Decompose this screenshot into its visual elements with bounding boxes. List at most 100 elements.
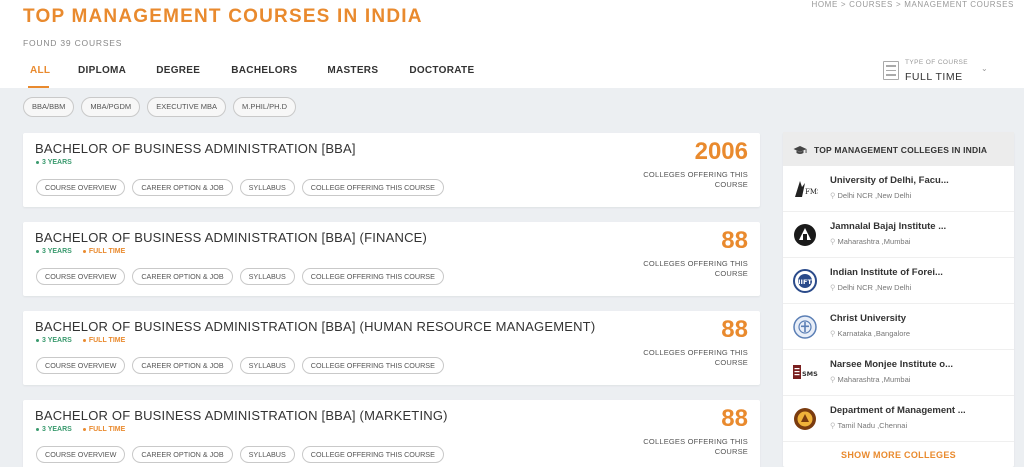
career-option-button[interactable]: CAREER OPTION & JOB bbox=[132, 179, 233, 196]
nmims-logo: SMS bbox=[791, 359, 819, 387]
chip-mphil-phd[interactable]: M.PHIL/PH.D bbox=[233, 97, 297, 117]
course-actions: COURSE OVERVIEW CAREER OPTION & JOB SYLL… bbox=[36, 446, 444, 463]
career-option-button[interactable]: CAREER OPTION & JOB bbox=[132, 357, 233, 374]
college-location: ⚲ Karnataka ,Bangalore bbox=[830, 329, 911, 338]
college-count-label: COLLEGES OFFERING THIS COURSE bbox=[643, 259, 748, 278]
course-overview-button[interactable]: COURSE OVERVIEW bbox=[36, 357, 126, 374]
duration-dot-icon bbox=[36, 338, 39, 342]
college-location: ⚲ Delhi NCR ,New Delhi bbox=[830, 283, 912, 292]
career-option-button[interactable]: CAREER OPTION & JOB bbox=[132, 268, 233, 285]
mode-dot-icon bbox=[82, 427, 86, 431]
duration-dot-icon bbox=[36, 160, 39, 164]
college-item[interactable]: Department of Management ... ⚲ Tamil Nadu… bbox=[783, 396, 1014, 442]
christ-university-logo bbox=[791, 313, 819, 341]
type-filter-value: FULL TIME bbox=[905, 71, 963, 83]
course-title[interactable]: BACHELOR OF BUSINESS ADMINISTRATION [BBA… bbox=[35, 319, 595, 334]
course-meta: 3 YEARS FULL TIME bbox=[36, 426, 125, 433]
chip-mba-pgdm[interactable]: MBA/PGDM bbox=[81, 97, 141, 117]
college-item[interactable]: Christ University ⚲ Karnataka ,Bangalore bbox=[783, 304, 1014, 350]
mode-dot-icon bbox=[82, 249, 86, 253]
course-mode: FULL TIME bbox=[82, 426, 125, 433]
course-title[interactable]: BACHELOR OF BUSINESS ADMINISTRATION [BBA… bbox=[35, 141, 356, 156]
breadcrumb-courses[interactable]: COURSES bbox=[849, 0, 893, 9]
document-list-icon bbox=[883, 61, 899, 80]
college-offering-button[interactable]: COLLEGE OFFERING THIS COURSE bbox=[301, 268, 444, 285]
college-count-label: COLLEGES OFFERING THIS COURSE bbox=[643, 170, 748, 189]
duration-dot-icon bbox=[36, 427, 39, 431]
tab-all[interactable]: ALL bbox=[28, 62, 50, 88]
tab-bachelors[interactable]: BACHELORS bbox=[231, 62, 297, 88]
college-name[interactable]: University of Delhi, Facu... bbox=[830, 175, 949, 186]
course-mode: FULL TIME bbox=[82, 248, 125, 255]
chevron-down-icon: ⌄ bbox=[981, 64, 988, 73]
course-title[interactable]: BACHELOR OF BUSINESS ADMINISTRATION [BBA… bbox=[35, 230, 427, 245]
college-count-label: COLLEGES OFFERING THIS COURSE bbox=[643, 437, 748, 456]
course-actions: COURSE OVERVIEW CAREER OPTION & JOB SYLL… bbox=[36, 357, 444, 374]
course-type-dropdown[interactable]: TYPE OF COURSE FULL TIME ⌄ bbox=[883, 58, 993, 84]
graduation-cap-icon bbox=[793, 145, 807, 159]
results-count: FOUND 39 COURSES bbox=[23, 38, 123, 48]
syllabus-button[interactable]: SYLLABUS bbox=[239, 446, 295, 463]
course-title[interactable]: BACHELOR OF BUSINESS ADMINISTRATION [BBA… bbox=[35, 408, 448, 423]
specialization-chips: BBA/BBM MBA/PGDM EXECUTIVE MBA M.PHIL/PH… bbox=[23, 97, 297, 117]
map-pin-icon: ⚲ bbox=[830, 329, 836, 338]
college-name[interactable]: Christ University bbox=[830, 313, 906, 324]
course-meta: 3 YEARS FULL TIME bbox=[36, 248, 125, 255]
course-meta: 3 YEARS bbox=[36, 159, 72, 166]
course-overview-button[interactable]: COURSE OVERVIEW bbox=[36, 179, 126, 196]
show-more-colleges-button[interactable]: SHOW MORE COLLEGES bbox=[783, 450, 1014, 460]
map-pin-icon: ⚲ bbox=[830, 237, 836, 246]
chip-executive-mba[interactable]: EXECUTIVE MBA bbox=[147, 97, 227, 117]
syllabus-button[interactable]: SYLLABUS bbox=[239, 357, 295, 374]
course-actions: COURSE OVERVIEW CAREER OPTION & JOB SYLL… bbox=[36, 268, 444, 285]
university-of-delhi-logo: FMS bbox=[791, 175, 819, 203]
duration-dot-icon bbox=[36, 249, 39, 253]
syllabus-button[interactable]: SYLLABUS bbox=[239, 268, 295, 285]
college-offering-button[interactable]: COLLEGE OFFERING THIS COURSE bbox=[301, 179, 444, 196]
tab-doctorate[interactable]: DOCTORATE bbox=[409, 62, 474, 88]
course-card: BACHELOR OF BUSINESS ADMINISTRATION [BBA… bbox=[23, 400, 760, 467]
career-option-button[interactable]: CAREER OPTION & JOB bbox=[132, 446, 233, 463]
college-count-label: COLLEGES OFFERING THIS COURSE bbox=[643, 348, 748, 367]
course-duration: 3 YEARS bbox=[36, 159, 72, 166]
college-name[interactable]: Department of Management ... bbox=[830, 405, 966, 416]
course-overview-button[interactable]: COURSE OVERVIEW bbox=[36, 268, 126, 285]
svg-text:SMS: SMS bbox=[802, 370, 818, 378]
sidebar-title: TOP MANAGEMENT COLLEGES IN INDIA bbox=[814, 145, 988, 155]
course-duration: 3 YEARS bbox=[36, 426, 72, 433]
breadcrumb-home[interactable]: HOME bbox=[811, 0, 837, 9]
college-name[interactable]: Narsee Monjee Institute o... bbox=[830, 359, 953, 370]
college-count[interactable]: 88 bbox=[721, 316, 748, 344]
college-item[interactable]: Jamnalal Bajaj Institute ... ⚲ Maharashtr… bbox=[783, 212, 1014, 258]
college-item[interactable]: FMS University of Delhi, Facu... ⚲Delhi … bbox=[783, 166, 1014, 212]
college-count[interactable]: 2006 bbox=[695, 138, 748, 166]
course-duration: 3 YEARS bbox=[36, 248, 72, 255]
course-mode: FULL TIME bbox=[82, 337, 125, 344]
course-card: BACHELOR OF BUSINESS ADMINISTRATION [BBA… bbox=[23, 222, 760, 296]
tab-diploma[interactable]: DIPLOMA bbox=[78, 62, 126, 88]
college-count[interactable]: 88 bbox=[721, 227, 748, 255]
college-name[interactable]: Indian Institute of Forei... bbox=[830, 267, 943, 278]
tab-degree[interactable]: DEGREE bbox=[156, 62, 200, 88]
syllabus-button[interactable]: SYLLABUS bbox=[239, 179, 295, 196]
college-offering-button[interactable]: COLLEGE OFFERING THIS COURSE bbox=[301, 357, 444, 374]
jamnalal-bajaj-logo bbox=[791, 221, 819, 249]
sidebar-header: TOP MANAGEMENT COLLEGES IN INDIA bbox=[783, 132, 1014, 166]
course-card: BACHELOR OF BUSINESS ADMINISTRATION [BBA… bbox=[23, 311, 760, 385]
college-name[interactable]: Jamnalal Bajaj Institute ... bbox=[830, 221, 946, 232]
college-count[interactable]: 88 bbox=[721, 405, 748, 433]
tab-masters[interactable]: MASTERS bbox=[327, 62, 378, 88]
iift-logo: IIFT bbox=[791, 267, 819, 295]
svg-text:FMS: FMS bbox=[805, 188, 818, 196]
mode-dot-icon bbox=[82, 338, 86, 342]
college-location: ⚲ Delhi NCR ,New Delhi bbox=[830, 191, 912, 200]
course-overview-button[interactable]: COURSE OVERVIEW bbox=[36, 446, 126, 463]
college-item[interactable]: SMS Narsee Monjee Institute o... ⚲ Mahara… bbox=[783, 350, 1014, 396]
course-level-tabs: ALL DIPLOMA DEGREE BACHELORS MASTERS DOC… bbox=[18, 62, 474, 88]
college-location: ⚲ Maharashtra ,Mumbai bbox=[830, 237, 911, 246]
chip-bba-bbm[interactable]: BBA/BBM bbox=[23, 97, 75, 117]
college-item[interactable]: IIFT Indian Institute of Forei... ⚲ Delhi… bbox=[783, 258, 1014, 304]
college-offering-button[interactable]: COLLEGE OFFERING THIS COURSE bbox=[301, 446, 444, 463]
type-filter-label: TYPE OF COURSE bbox=[905, 59, 969, 66]
breadcrumb-current: MANAGEMENT COURSES bbox=[904, 0, 1014, 9]
